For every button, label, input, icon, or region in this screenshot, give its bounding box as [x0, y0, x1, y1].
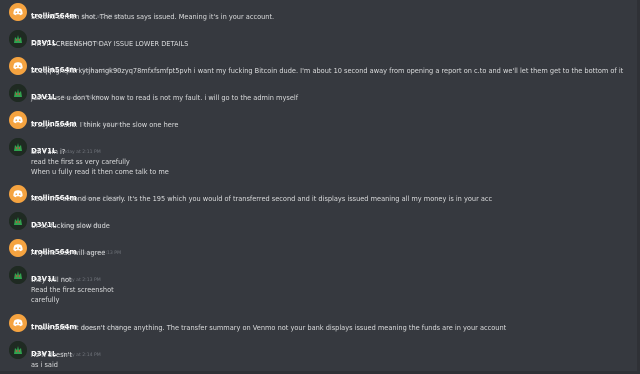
discord-logo-icon[interactable] [9, 57, 27, 75]
d3vil-avatar-icon[interactable] [9, 212, 27, 230]
message-text: Read the first screenshot [31, 286, 114, 294]
message-text: as i said [31, 361, 58, 369]
message-text: FIRST SCREENSHOT DAY ISSUE LOWER DETAILS [31, 40, 189, 48]
d3vil-avatar-icon[interactable] [9, 138, 27, 156]
discord-logo-icon[interactable] [9, 3, 27, 21]
discord-logo-icon[interactable] [9, 239, 27, 257]
discord-logo-icon[interactable] [9, 185, 27, 203]
message-text: I have dude. It doesn't change anything.… [31, 324, 507, 332]
d3vil-avatar-icon[interactable] [9, 30, 27, 48]
message-text: Anyone else will agree [31, 249, 106, 257]
message-text: Ur so fucking slow dude [31, 222, 110, 230]
message-text: It says issued. I think your the slow on… [31, 121, 179, 129]
discord-logo-icon[interactable] [9, 111, 27, 129]
message-text: just cause u don't know how to read is n… [31, 94, 299, 102]
chat-message-list: trollin564m Today at 2:04 PM Second scree… [0, 0, 640, 374]
message-text: read the first ss very carefully [31, 158, 130, 166]
message-text: Second screen shot. The status says issu… [31, 13, 275, 21]
message-text: no it doesn't [31, 351, 73, 359]
d3vil-avatar-icon[interactable] [9, 84, 27, 102]
message-text: bc1qqhgnqlfzrkytjhamgk90zyq78mfxfsmfpt5p… [31, 67, 624, 75]
d3vil-avatar-icon[interactable] [9, 341, 27, 359]
message-text: When u fully read it then come talk to m… [31, 168, 169, 176]
message-text: am i am i? [31, 148, 66, 156]
message-text: carefully [31, 296, 60, 304]
discord-logo-icon[interactable] [9, 314, 27, 332]
message-text: Read the second one clearly. It's the 19… [31, 195, 493, 203]
d3vil-avatar-icon[interactable] [9, 266, 27, 284]
message-text: they will not [31, 276, 72, 284]
